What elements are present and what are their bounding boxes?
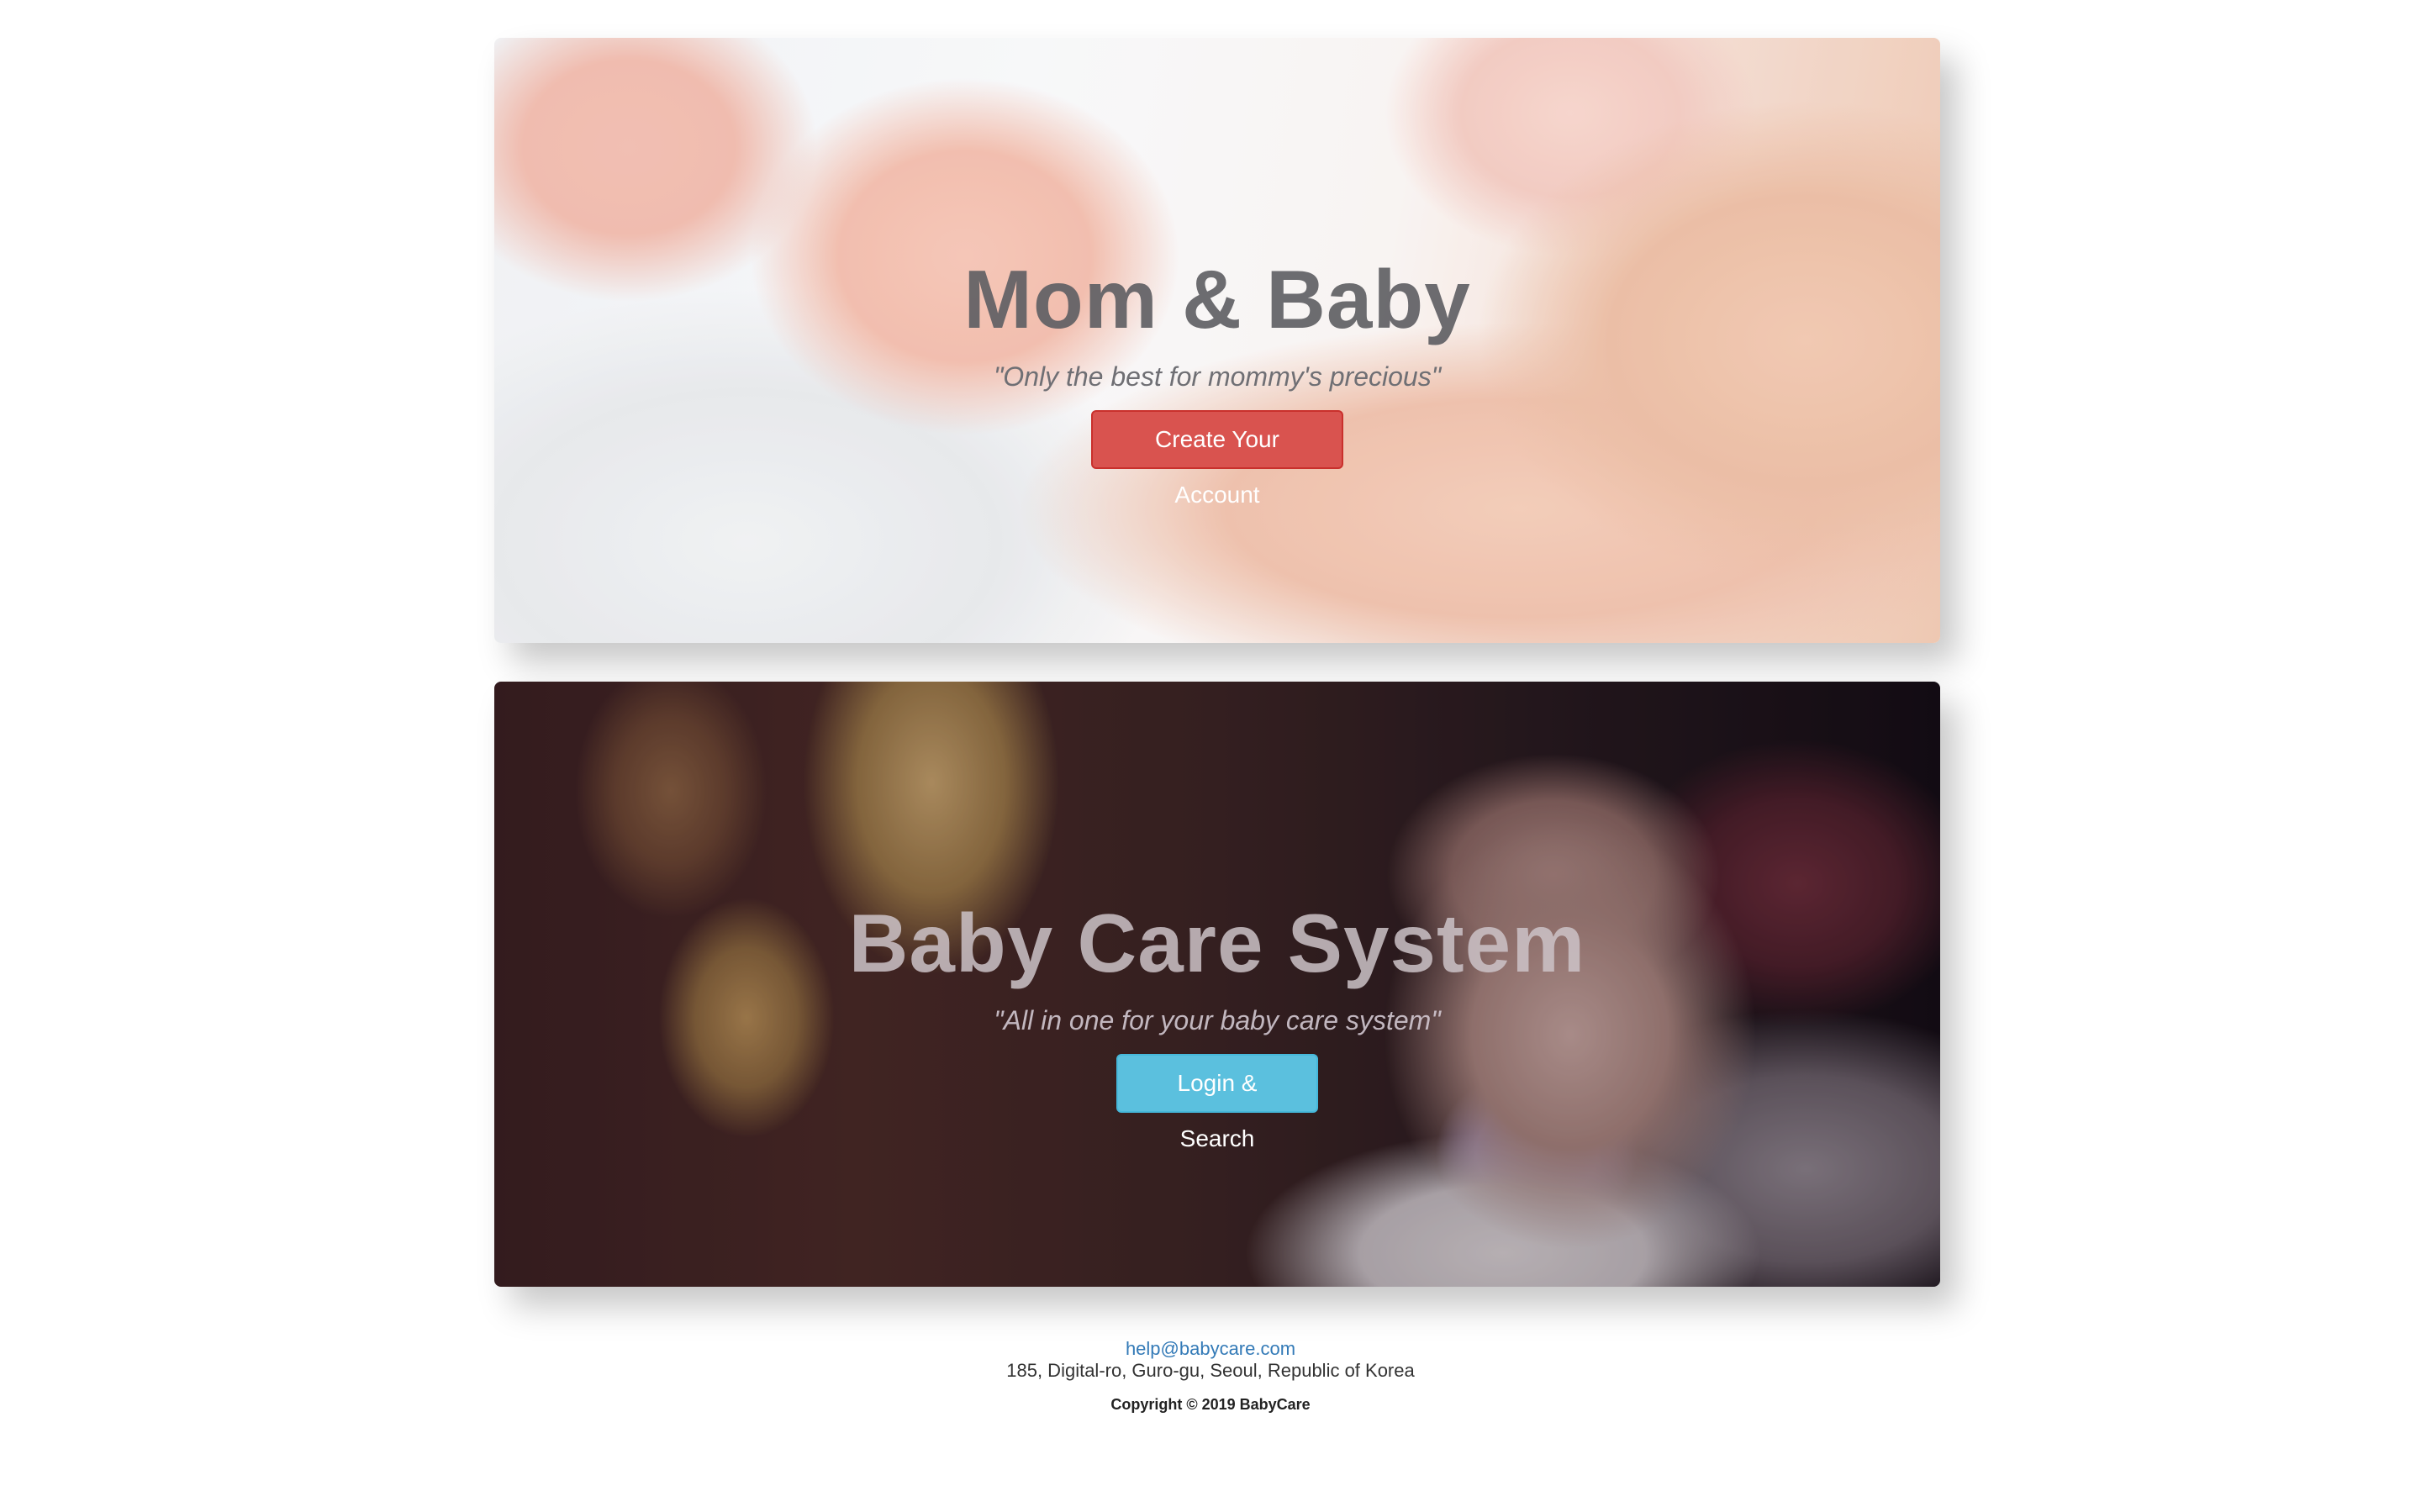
hero-title: Mom & Baby — [963, 253, 1471, 345]
login-search-button[interactable]: Login & Search — [1116, 1054, 1318, 1151]
landing-page: Mom & Baby "Only the best for mommy's pr… — [0, 0, 2421, 1512]
footer: help@babycare.com 185, Digital-ro, Guro-… — [0, 1338, 2421, 1414]
create-account-button[interactable]: Create Your Account — [1091, 410, 1343, 508]
hero-tagline: "All in one for your baby care system" — [994, 1005, 1441, 1035]
footer-address: 185, Digital-ro, Guro-gu, Seoul, Republi… — [1006, 1360, 1415, 1381]
footer-copyright: Copyright © 2019 BabyCare — [1110, 1396, 1311, 1413]
hero-mom-baby: Mom & Baby "Only the best for mommy's pr… — [494, 38, 1940, 643]
hero-content: Baby Care System "All in one for your ba… — [494, 896, 1940, 1151]
hero-tagline: "Only the best for mommy's precious" — [993, 361, 1442, 392]
footer-email-link[interactable]: help@babycare.com — [1126, 1338, 1295, 1360]
hero-title: Baby Care System — [848, 897, 1586, 989]
hero-baby-care-system: Baby Care System "All in one for your ba… — [494, 682, 1940, 1287]
hero-content: Mom & Baby "Only the best for mommy's pr… — [494, 252, 1940, 508]
